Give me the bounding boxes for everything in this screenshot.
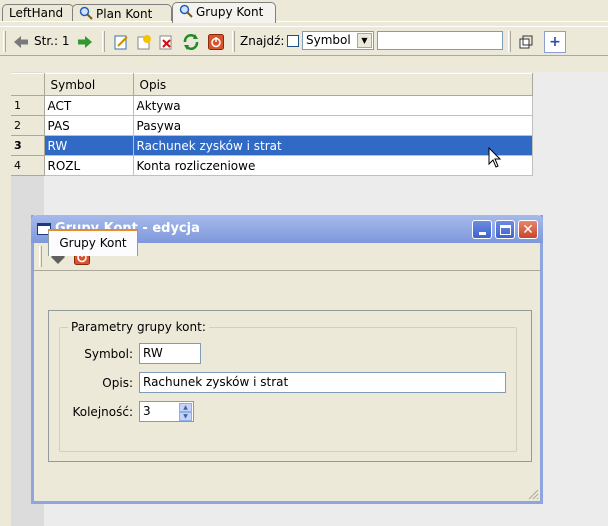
tab-bar: LeftHand Plan Kont Grupy Kont xyxy=(0,0,608,26)
refresh-button[interactable] xyxy=(180,31,202,53)
plus-icon: + xyxy=(549,34,561,50)
magnifier-icon xyxy=(179,4,193,22)
close-button[interactable]: ✕ xyxy=(518,220,538,239)
cell-opis[interactable]: Aktywa xyxy=(133,95,533,116)
cell-symbol[interactable]: RW xyxy=(44,135,134,156)
dropdown-arrow-icon[interactable]: ▼ xyxy=(357,33,372,48)
header-rownum xyxy=(11,73,45,96)
tab-label: Grupy Kont xyxy=(59,236,127,250)
add-button[interactable]: + xyxy=(544,31,566,53)
power-icon xyxy=(208,34,224,50)
new-button[interactable] xyxy=(133,31,155,53)
row-number: 2 xyxy=(11,115,45,136)
arrow-left-icon xyxy=(14,36,28,48)
resize-grip-icon[interactable] xyxy=(527,488,539,500)
kolejnosc-label: Kolejność: xyxy=(72,405,133,419)
maximize-button[interactable] xyxy=(495,220,515,239)
opis-value: Rachunek zysków i strat xyxy=(143,375,289,389)
close-view-button[interactable] xyxy=(205,31,227,53)
symbol-value: RW xyxy=(143,346,163,360)
symbol-field[interactable]: RW xyxy=(139,343,201,364)
minimize-icon xyxy=(478,232,486,235)
symbol-label: Symbol: xyxy=(84,347,133,361)
toolbar-grip[interactable] xyxy=(508,31,511,52)
toolbar-grip[interactable] xyxy=(39,246,42,267)
page-indicator: Str.: 1 xyxy=(34,34,70,48)
table-row[interactable]: 2 PAS Pasywa xyxy=(11,115,533,136)
arrow-right-icon xyxy=(78,36,92,48)
find-checkbox[interactable] xyxy=(287,35,299,47)
tab-label: Grupy Kont xyxy=(196,5,264,19)
next-page-button[interactable] xyxy=(74,31,96,53)
cell-symbol[interactable]: PAS xyxy=(44,115,134,136)
column-header-opis[interactable]: Opis xyxy=(133,73,533,96)
window-restore-icon xyxy=(519,35,533,49)
tab-grupy-kont[interactable]: Grupy Kont xyxy=(172,2,276,23)
find-label: Znajdź: xyxy=(240,34,285,48)
find-input[interactable] xyxy=(377,31,503,50)
row-number: 3 xyxy=(11,135,45,156)
cell-symbol[interactable]: ACT xyxy=(44,95,134,116)
kolejnosc-stepper[interactable]: 3 ▲ ▼ xyxy=(139,401,194,422)
maximize-icon xyxy=(499,224,511,235)
groupbox-title: Parametry grupy kont: xyxy=(68,320,209,334)
opis-field[interactable]: Rachunek zysków i strat xyxy=(139,372,506,393)
toolbar-grip[interactable] xyxy=(232,31,235,52)
tab-plan-kont[interactable]: Plan Kont xyxy=(72,4,172,22)
delete-button[interactable] xyxy=(155,31,177,53)
cell-symbol[interactable]: ROZL xyxy=(44,155,134,176)
edit-button[interactable] xyxy=(110,31,132,53)
column-header-symbol[interactable]: Symbol xyxy=(44,73,134,96)
cell-opis[interactable]: Konta rozliczeniowe xyxy=(133,155,533,176)
tab-grupy-kont-dialog[interactable]: Grupy Kont xyxy=(48,229,138,256)
minimize-button[interactable] xyxy=(472,220,492,239)
row-number: 4 xyxy=(11,155,45,176)
restore-button[interactable] xyxy=(515,31,537,53)
edit-icon xyxy=(114,35,128,50)
toolbar-grip[interactable] xyxy=(3,31,6,52)
grupy-kont-table: Symbol Opis 1 ACT Aktywa 2 PAS Pasywa 3 … xyxy=(11,73,533,176)
toolbar-grip[interactable] xyxy=(102,31,105,52)
cell-opis[interactable]: Pasywa xyxy=(133,115,533,136)
table-row[interactable]: 4 ROZL Konta rozliczeniowe xyxy=(11,155,533,176)
tab-label: Plan Kont xyxy=(96,7,153,21)
find-field-select[interactable]: Symbol ▼ xyxy=(302,31,374,50)
row-number: 1 xyxy=(11,95,45,116)
close-icon: ✕ xyxy=(522,221,534,238)
opis-label: Opis: xyxy=(102,376,133,390)
tab-lefthand[interactable]: LeftHand xyxy=(2,4,74,22)
mouse-cursor-icon xyxy=(488,147,502,168)
edit-dialog: Grupy Kont - edycja ✕ Grupy Kont Paramet… xyxy=(31,215,543,504)
tab-bar-divider xyxy=(0,21,608,22)
tab-label: LeftHand xyxy=(9,6,64,20)
table-row[interactable]: 1 ACT Aktywa xyxy=(11,95,533,116)
spin-down-icon[interactable]: ▼ xyxy=(179,412,192,421)
kolejnosc-value: 3 xyxy=(143,404,151,418)
table-header-row: Symbol Opis xyxy=(11,73,533,96)
table-row-selected[interactable]: 3 RW Rachunek zysków i strat xyxy=(11,135,533,156)
delete-icon xyxy=(159,35,172,50)
refresh-icon xyxy=(183,34,199,50)
previous-page-button[interactable] xyxy=(10,31,32,53)
find-field-value: Symbol xyxy=(306,33,351,47)
new-item-icon xyxy=(137,35,151,50)
cell-opis[interactable]: Rachunek zysków i strat xyxy=(133,135,533,156)
